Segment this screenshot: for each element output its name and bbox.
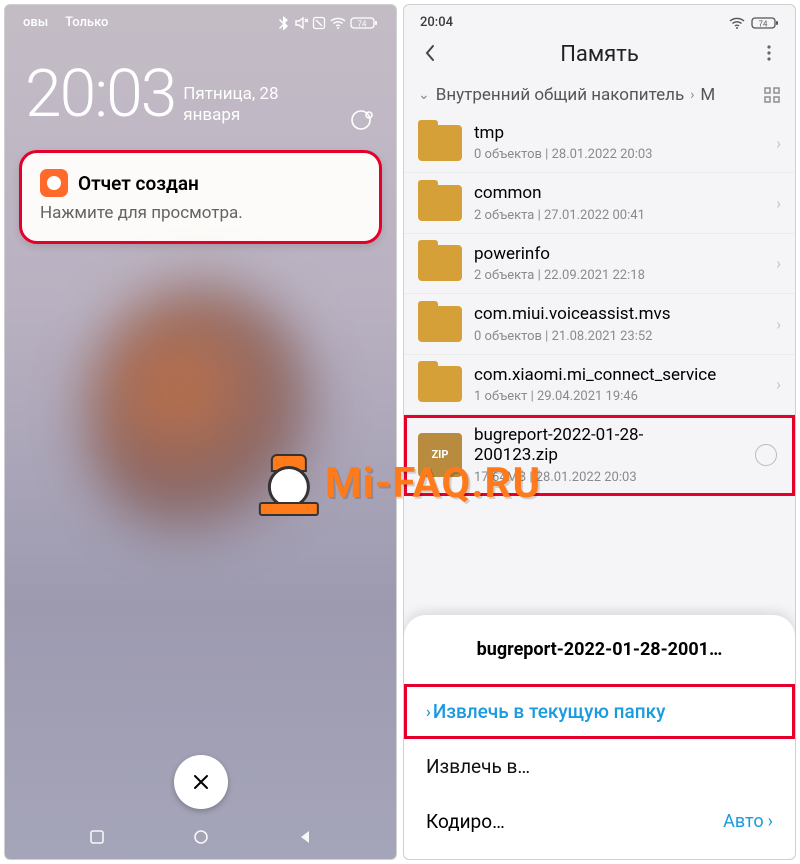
file-meta: 17.64MB | 28.01.2022 20:03 bbox=[474, 470, 715, 485]
battery-icon: 74 bbox=[751, 16, 779, 30]
folder-row[interactable]: com.xiaomi.mi_connect_service 1 объект | … bbox=[404, 355, 795, 415]
file-name: com.xiaomi.mi_connect_service bbox=[474, 365, 753, 385]
folder-row[interactable]: powerinfo 2 объекта | 22.09.2021 22:18 › bbox=[404, 234, 795, 294]
select-checkbox[interactable] bbox=[755, 444, 777, 466]
file-row-zip[interactable]: ZIP bugreport-2022-01-28-200123.zip 17.64M… bbox=[404, 415, 795, 496]
assistant-icon[interactable] bbox=[348, 106, 376, 134]
folder-row[interactable]: tmp 0 объектов | 28.01.2022 20:03 › bbox=[404, 113, 795, 173]
status-time: 20:04 bbox=[420, 15, 453, 30]
file-meta: 0 объектов | 28.01.2022 20:03 bbox=[474, 147, 753, 162]
row-info: powerinfo 2 объекта | 22.09.2021 22:18 bbox=[474, 244, 781, 283]
row-info: com.miui.voiceassist.mvs 0 объектов | 21.… bbox=[474, 304, 781, 343]
folder-icon bbox=[418, 366, 462, 402]
wallpaper-blob bbox=[86, 285, 316, 545]
status-right: 74 bbox=[278, 16, 378, 30]
extract-here-label: Извлечь в текущую папку bbox=[433, 700, 666, 723]
chevron-right-icon: › bbox=[776, 194, 781, 213]
notification-card[interactable]: Отчет создан Нажмите для просмотра. bbox=[19, 150, 382, 244]
wifi-icon bbox=[330, 17, 346, 29]
status-right: 74 bbox=[729, 16, 779, 30]
bluetooth-icon bbox=[278, 16, 290, 30]
file-meta: 0 объектов | 21.08.2021 23:52 bbox=[474, 329, 753, 344]
dismiss-button[interactable] bbox=[174, 755, 228, 809]
back-button[interactable] bbox=[414, 43, 446, 67]
chevron-right-icon: › bbox=[768, 811, 773, 832]
status-bar: овы Только 74 bbox=[5, 5, 396, 34]
row-info: bugreport-2022-01-28-200123.zip 17.64MB |… bbox=[474, 425, 743, 485]
chevron-right-icon: › bbox=[426, 702, 431, 721]
clock-time: 20:03 bbox=[25, 62, 175, 128]
folder-icon bbox=[418, 306, 462, 342]
nav-recent-icon[interactable] bbox=[89, 829, 105, 845]
clock-row: 20:03 Пятница, 28 января bbox=[5, 34, 396, 128]
file-meta: 2 объекта | 22.09.2021 22:18 bbox=[474, 268, 753, 283]
carrier-label-2: Только bbox=[65, 15, 108, 30]
clock-date: Пятница, 28 января bbox=[183, 84, 293, 129]
breadcrumb-trunc: M bbox=[700, 85, 715, 105]
encoding-item[interactable]: Кодиро… Авто › bbox=[404, 794, 795, 849]
notification-body: Нажмите для просмотра. bbox=[40, 203, 361, 223]
file-name: tmp bbox=[474, 123, 753, 143]
header-title: Память bbox=[446, 42, 753, 67]
carrier-label-1: овы bbox=[23, 15, 48, 30]
folder-icon bbox=[418, 245, 462, 281]
file-name: powerinfo bbox=[474, 244, 753, 264]
file-meta: 1 объект | 29.04.2021 19:46 bbox=[474, 389, 753, 404]
file-name: com.miui.voiceassist.mvs bbox=[474, 304, 753, 324]
app-header: Память bbox=[404, 36, 795, 79]
svg-text:74: 74 bbox=[759, 19, 768, 28]
chevron-right-icon: › bbox=[776, 314, 781, 333]
notification-title: Отчет создан bbox=[78, 172, 199, 195]
folder-icon bbox=[418, 185, 462, 221]
row-info: com.xiaomi.mi_connect_service 1 объект | … bbox=[474, 365, 781, 404]
battery-level: 74 bbox=[358, 19, 367, 28]
status-left: овы Только bbox=[23, 15, 122, 30]
chevron-right-icon: › bbox=[690, 87, 694, 103]
nav-back-icon[interactable] bbox=[298, 829, 312, 845]
chevron-right-icon: › bbox=[776, 375, 781, 394]
folder-row[interactable]: common 2 объекта | 27.01.2022 00:41 › bbox=[404, 173, 795, 233]
zip-icon: ZIP bbox=[418, 433, 462, 477]
sheet-title: bugreport-2022-01-28-2001… bbox=[404, 635, 795, 684]
bugreport-app-icon bbox=[40, 169, 68, 197]
extract-here-item[interactable]: › Извлечь в текущую папку bbox=[404, 684, 795, 739]
file-meta: 2 объекта | 27.01.2022 00:41 bbox=[474, 208, 753, 223]
extract-to-label: Извлечь в… bbox=[426, 755, 530, 778]
row-info: tmp 0 объектов | 28.01.2022 20:03 bbox=[474, 123, 781, 162]
folder-icon bbox=[418, 125, 462, 161]
status-bar: 20:04 74 bbox=[404, 5, 795, 36]
chevron-right-icon: › bbox=[776, 133, 781, 152]
row-info: common 2 объекта | 27.01.2022 00:41 bbox=[474, 183, 781, 222]
chevron-down-icon: ⌄ bbox=[418, 87, 430, 103]
breadcrumb-bar[interactable]: ⌄ Внутренний общий накопитель › M bbox=[404, 79, 795, 113]
view-mode-icon[interactable] bbox=[763, 86, 781, 104]
sim-off-icon bbox=[312, 16, 326, 30]
nav-home-icon[interactable] bbox=[193, 829, 209, 845]
extract-to-item[interactable]: Извлечь в… bbox=[404, 739, 795, 794]
file-name: common bbox=[474, 183, 753, 203]
breadcrumb-text: Внутренний общий накопитель bbox=[436, 85, 684, 105]
nav-bar bbox=[5, 823, 396, 851]
battery-icon: 74 bbox=[350, 16, 378, 30]
file-list: tmp 0 объектов | 28.01.2022 20:03 › common 2… bbox=[404, 113, 795, 615]
file-manager-phone: 20:04 74 Память ⌄ Внутренний общий накоп… bbox=[403, 4, 796, 860]
more-button[interactable] bbox=[753, 44, 785, 66]
encoding-label: Кодиро… bbox=[426, 810, 505, 833]
close-icon bbox=[192, 773, 210, 791]
chevron-right-icon: › bbox=[776, 254, 781, 273]
mute-icon bbox=[294, 16, 308, 30]
lockscreen-phone: овы Только 74 20:03 Пятница, 28 января bbox=[4, 4, 397, 860]
folder-row[interactable]: com.miui.voiceassist.mvs 0 объектов | 21.… bbox=[404, 294, 795, 354]
wifi-icon bbox=[729, 17, 745, 29]
encoding-value: Авто bbox=[723, 811, 763, 832]
extract-bottom-sheet: bugreport-2022-01-28-2001… › Извлечь в т… bbox=[404, 615, 795, 859]
file-name: bugreport-2022-01-28-200123.zip bbox=[474, 425, 715, 466]
